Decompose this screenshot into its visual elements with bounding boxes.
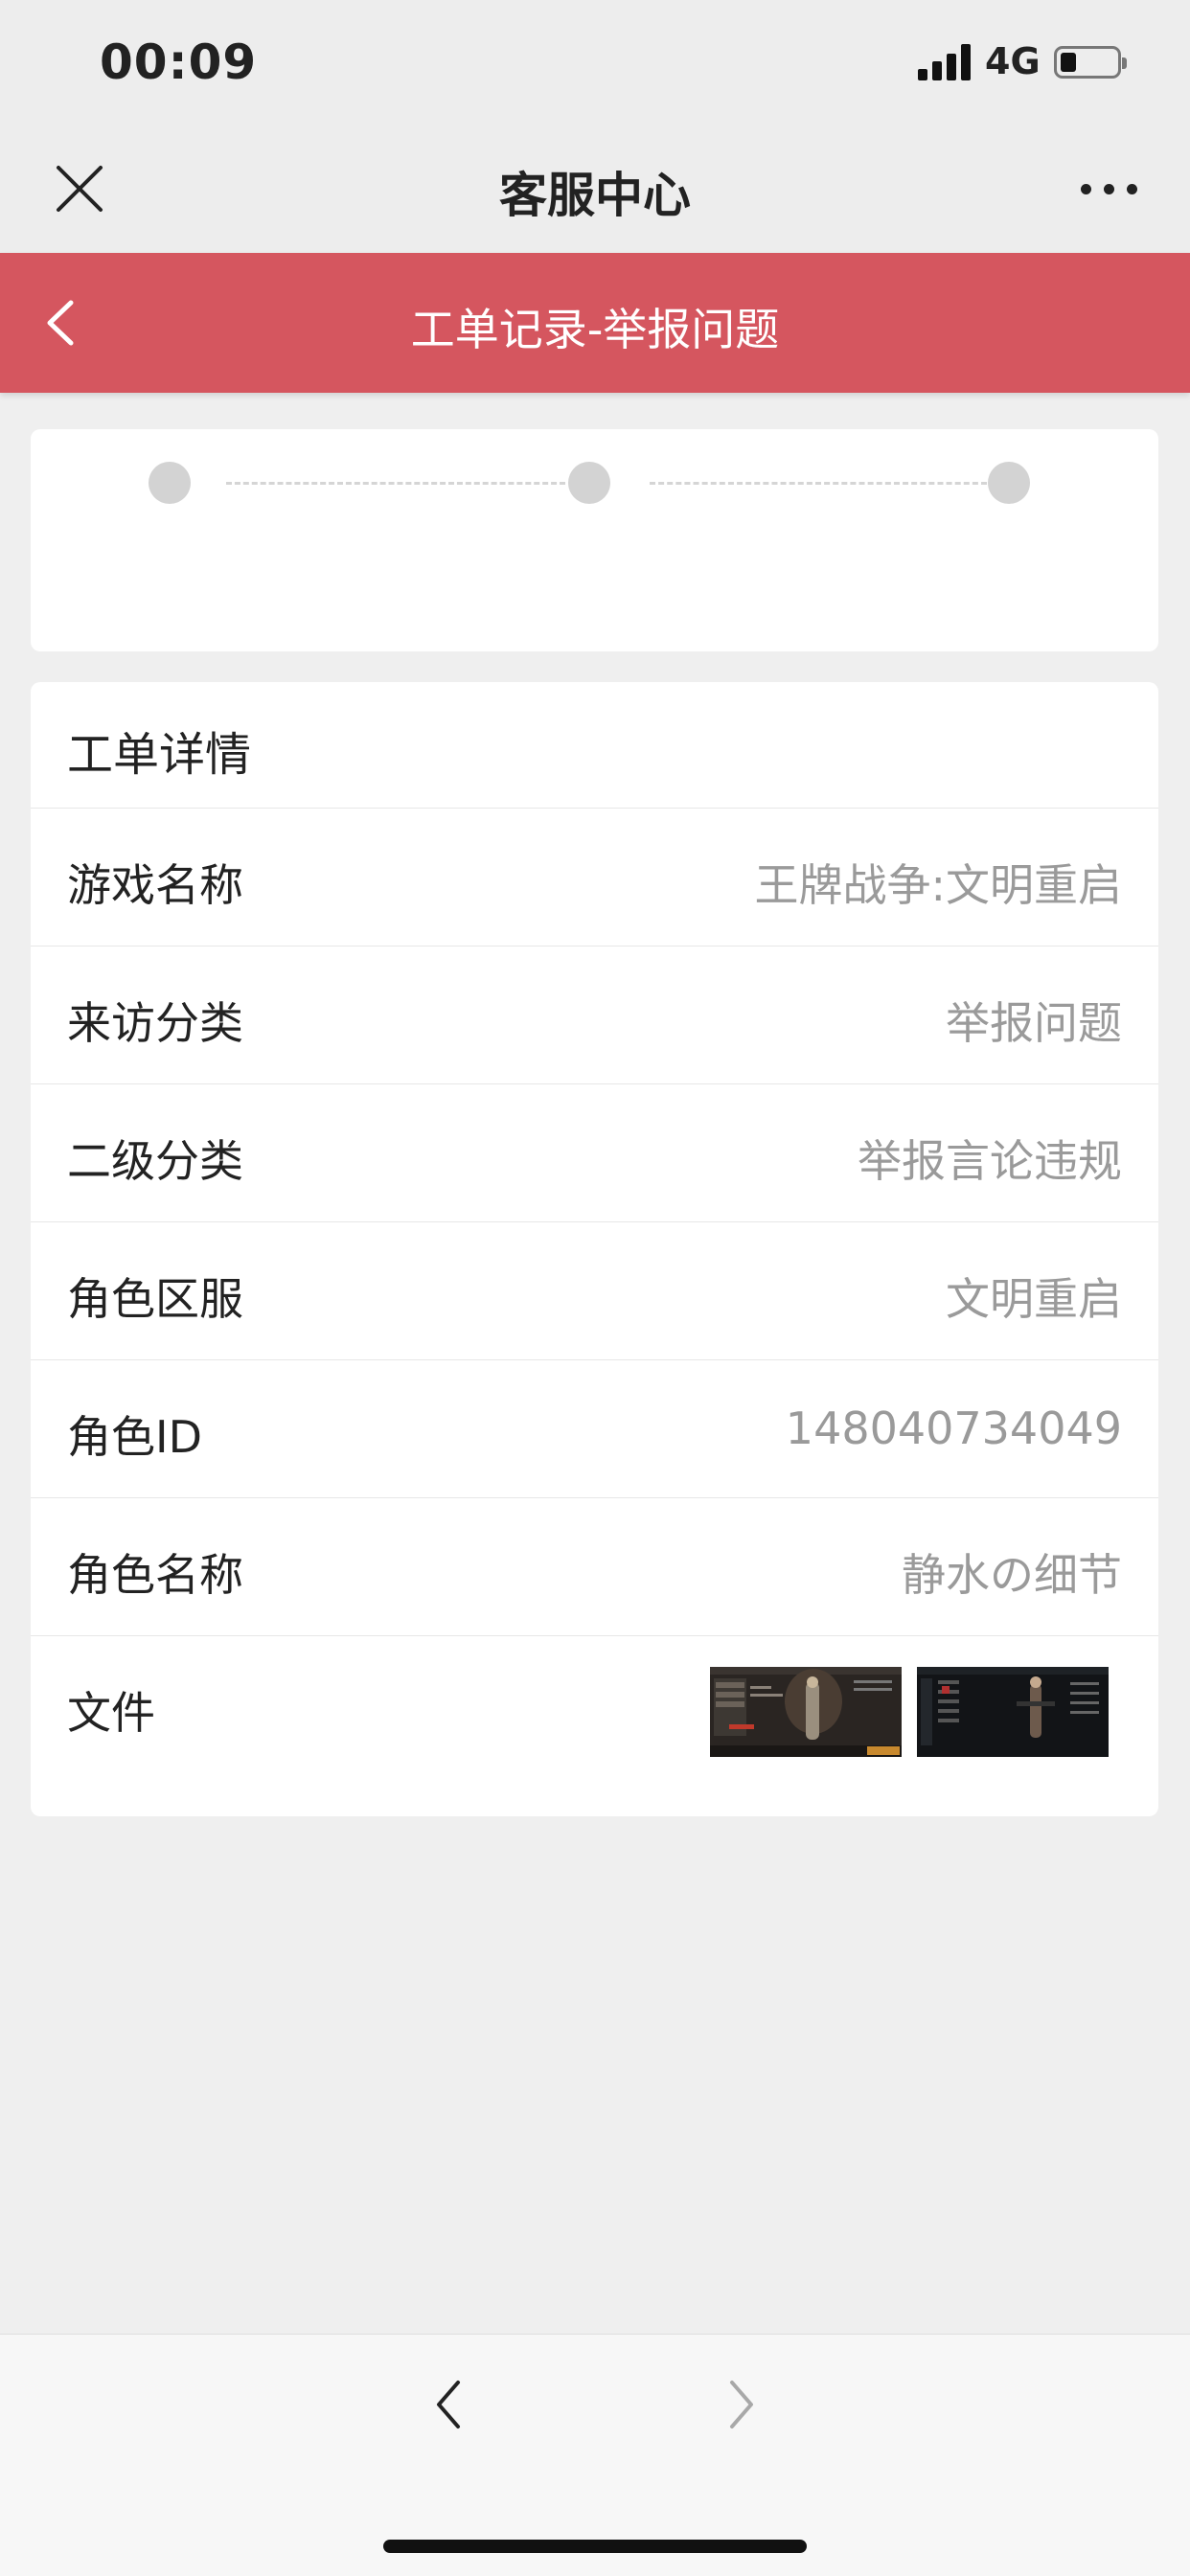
row-value: 举报言论违规 <box>858 1135 1122 1187</box>
row-label: 角色区服 <box>67 1273 243 1325</box>
detail-row-role-name: 角色名称 静水の细节 <box>31 1497 1158 1636</box>
detail-row-role-id: 角色ID 148040734049 <box>31 1359 1158 1498</box>
status-bar: 00:09 4G <box>0 0 1190 125</box>
chevron-right-icon[interactable] <box>724 2377 759 2432</box>
details-title: 工单详情 <box>67 728 252 782</box>
row-value: 文明重启 <box>946 1273 1122 1325</box>
row-label: 角色ID <box>67 1411 202 1463</box>
step-dot <box>568 462 610 504</box>
row-value: 148040734049 <box>785 1402 1122 1454</box>
step-dot <box>149 462 191 504</box>
screenshot-thumbnail-2[interactable] <box>917 1667 1109 1757</box>
ticket-details-card: 工单详情 游戏名称 王牌战争:文明重启 来访分类 举报问题 二级分类 举报言论违… <box>31 682 1158 1816</box>
detail-row-subcategory: 二级分类 举报言论违规 <box>31 1083 1158 1222</box>
step-dot <box>988 462 1030 504</box>
detail-row-game-name: 游戏名称 王牌战争:文明重启 <box>31 808 1158 946</box>
detail-row-visit-category: 来访分类 举报问题 <box>31 946 1158 1084</box>
row-label: 二级分类 <box>67 1135 243 1187</box>
step-connector <box>650 482 987 485</box>
signal-bars-icon <box>918 42 972 80</box>
row-value: 王牌战争:文明重启 <box>754 859 1123 911</box>
network-type: 4G <box>985 40 1041 82</box>
ticket-header: 工单记录-举报问题 <box>0 253 1190 393</box>
row-label: 游戏名称 <box>67 859 243 911</box>
row-label: 角色名称 <box>67 1549 243 1601</box>
nav-bar: 客服中心 <box>0 125 1190 253</box>
progress-steps <box>31 429 1158 651</box>
battery-low-icon <box>1054 46 1127 79</box>
chevron-left-icon[interactable] <box>431 2377 466 2432</box>
step-connector <box>226 482 565 485</box>
detail-row-files: 文件 <box>31 1635 1158 1817</box>
row-value: 静水の细节 <box>902 1549 1122 1601</box>
status-time: 00:09 <box>100 34 258 90</box>
browser-bottom-bar <box>0 2334 1190 2576</box>
ticket-header-title: 工单记录-举报问题 <box>410 304 780 355</box>
page-title: 客服中心 <box>499 168 691 223</box>
detail-row-server: 角色区服 文明重启 <box>31 1221 1158 1360</box>
row-value: 举报问题 <box>946 997 1122 1049</box>
home-indicator <box>383 2540 807 2553</box>
screenshot-thumbnail-1[interactable] <box>710 1667 902 1757</box>
row-label: 文件 <box>67 1687 155 1739</box>
row-label: 来访分类 <box>67 997 243 1049</box>
more-icon[interactable] <box>1081 184 1138 195</box>
